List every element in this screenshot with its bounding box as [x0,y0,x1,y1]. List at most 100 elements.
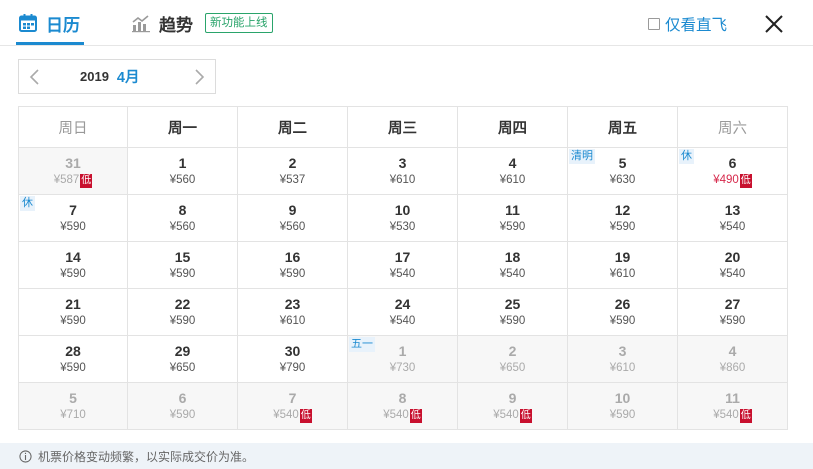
calendar-day-cell[interactable]: 11 ¥540 低 [678,383,788,430]
price-disclaimer: 机票价格变动频繁，以实际成交价为准。 [0,443,813,469]
calendar-day-cell[interactable]: 2 ¥537 [238,148,348,195]
day-price: ¥730 [389,362,416,374]
calendar-day-cell[interactable]: 2 ¥650 [458,336,568,383]
current-month: 2019 4月 [80,60,140,93]
calendar-day-cell[interactable]: 9 ¥560 [238,195,348,242]
calendar-day-cell[interactable]: 18 ¥540 [458,242,568,289]
calendar-day-cell[interactable]: 22 ¥590 [128,289,238,336]
price-line: ¥590 [19,361,127,376]
calendar-day-cell[interactable]: 14 ¥590 [19,242,128,289]
calendar-day-cell[interactable]: 休 7 ¥590 [19,195,128,242]
weekday-header-cell: 周二 [238,107,348,148]
day-price: ¥860 [719,362,746,374]
price-line: ¥590 [568,220,677,235]
calendar-day-cell[interactable]: 8 ¥560 [128,195,238,242]
calendar-day-cell[interactable]: 30 ¥790 [238,336,348,383]
day-price: ¥590 [499,315,526,327]
calendar-day-cell[interactable]: 休 6 ¥490 低 [678,148,788,195]
calendar-day-cell[interactable]: 4 ¥610 [458,148,568,195]
chevron-right-icon[interactable] [189,67,209,87]
lowest-price-badge: 低 [299,408,312,423]
price-line: ¥590 [238,267,347,282]
day-price: ¥590 [609,221,636,233]
day-price: ¥590 [169,409,196,421]
calendar-day-cell[interactable]: 29 ¥650 [128,336,238,383]
day-price: ¥540 [713,409,739,421]
price-line: ¥530 [348,220,457,235]
day-number: 9 [508,390,517,406]
day-number: 7 [69,202,77,218]
price-line: ¥560 [128,220,237,235]
day-number: 7 [288,390,297,406]
calendar-day-cell[interactable]: 3 ¥610 [568,336,678,383]
direct-flight-filter[interactable]: 仅看直飞 [648,13,727,35]
calendar-day-cell[interactable]: 4 ¥860 [678,336,788,383]
day-price: ¥590 [60,268,86,280]
calendar-day-cell[interactable]: 21 ¥590 [19,289,128,336]
tab-trend[interactable]: 趋势 新功能上线 [131,0,273,46]
day-price: ¥590 [279,268,306,280]
calendar-day-cell[interactable]: 25 ¥590 [458,289,568,336]
calendar-day-cell[interactable]: 3 ¥610 [348,148,458,195]
calendar-day-cell[interactable]: 8 ¥540 低 [348,383,458,430]
day-number: 10 [614,390,631,406]
day-price: ¥650 [169,362,196,374]
calendar-day-cell[interactable]: 11 ¥590 [458,195,568,242]
price-line: ¥540 低 [238,408,347,423]
day-price: ¥540 [389,315,416,327]
day-price: ¥590 [719,315,746,327]
calendar-day-cell[interactable]: 7 ¥540 低 [238,383,348,430]
calendar-day-cell[interactable]: 20 ¥540 [678,242,788,289]
calendar-day-cell[interactable]: 13 ¥540 [678,195,788,242]
calendar-day-cell[interactable]: 10 ¥530 [348,195,458,242]
close-icon[interactable] [762,12,786,36]
current-month-label: 4月 [116,70,140,86]
calendar-day-cell[interactable]: 17 ¥540 [348,242,458,289]
calendar-day-cell[interactable]: 26 ¥590 [568,289,678,336]
price-line: ¥590 [19,314,127,329]
day-price: ¥540 [383,409,409,421]
lowest-price-badge: 低 [739,408,752,423]
direct-flight-checkbox[interactable] [648,18,660,30]
calendar-day-cell[interactable]: 5 ¥710 [19,383,128,430]
calendar-day-cell[interactable]: 五一 1 ¥730 [348,336,458,383]
day-price: ¥530 [389,221,416,233]
calendar-day-cell[interactable]: 27 ¥590 [678,289,788,336]
tab-trend-label: 趋势 [159,15,193,35]
calendar-day-cell[interactable]: 31 ¥587 低 [19,148,128,195]
price-line: ¥610 [568,267,677,282]
chevron-left-icon[interactable] [25,67,45,87]
price-line: ¥540 [348,314,457,329]
calendar-day-cell[interactable]: 19 ¥610 [568,242,678,289]
calendar-day-cell[interactable]: 清明 5 ¥630 [568,148,678,195]
calendar-day-cell[interactable]: 23 ¥610 [238,289,348,336]
day-number: 21 [65,296,81,312]
calendar-day-cell[interactable]: 12 ¥590 [568,195,678,242]
day-number: 16 [284,249,301,265]
price-line: ¥590 [19,220,127,235]
day-number: 22 [174,296,191,312]
calendar-day-cell[interactable]: 9 ¥540 低 [458,383,568,430]
month-selector: 2019 4月 [18,59,216,94]
day-price: ¥610 [279,315,306,327]
day-number: 27 [724,296,741,312]
calendar-day-cell[interactable]: 10 ¥590 [568,383,678,430]
calendar-day-cell[interactable]: 28 ¥590 [19,336,128,383]
day-price: ¥540 [499,268,526,280]
price-line: ¥560 [238,220,347,235]
day-number: 31 [65,155,81,171]
current-year: 2019 [80,69,109,84]
day-number: 13 [724,202,741,218]
calendar-day-cell[interactable]: 6 ¥590 [128,383,238,430]
day-number: 20 [724,249,741,265]
day-number: 8 [398,390,407,406]
calendar-day-cell[interactable]: 16 ¥590 [238,242,348,289]
calendar-day-cell[interactable]: 24 ¥540 [348,289,458,336]
calendar-day-cell[interactable]: 1 ¥560 [128,148,238,195]
price-line: ¥650 [128,361,237,376]
price-line: ¥537 [238,173,347,188]
tab-calendar[interactable]: 日历 [18,0,80,46]
day-price: ¥710 [60,409,86,421]
calendar-day-cell[interactable]: 15 ¥590 [128,242,238,289]
day-number: 30 [284,343,301,359]
